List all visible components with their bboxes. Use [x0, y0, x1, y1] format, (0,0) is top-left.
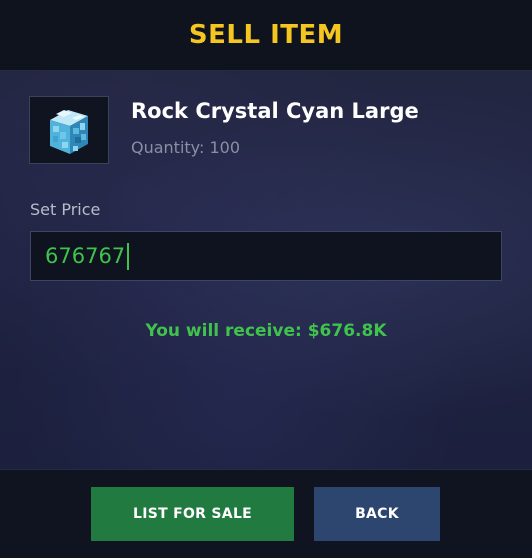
set-price-label: Set Price [30, 200, 101, 219]
dialog-body: Rock Crystal Cyan Large Quantity: 100 Se… [0, 71, 532, 469]
item-quantity: Quantity: 100 [131, 138, 240, 157]
item-name: Rock Crystal Cyan Large [131, 99, 419, 123]
item-thumbnail [29, 96, 109, 164]
back-button[interactable]: BACK [314, 487, 440, 541]
receive-amount-text: You will receive: $676.8K [145, 321, 387, 341]
dialog-header: SELL ITEM [0, 0, 532, 71]
sell-item-dialog: SELL ITEM Rock Crystal Cyan Large Quanti… [0, 0, 532, 558]
list-for-sale-button[interactable]: LIST FOR SALE [91, 487, 294, 541]
dialog-title: SELL ITEM [188, 20, 344, 50]
cyan-crystal-block-icon [50, 110, 88, 154]
dialog-footer: LIST FOR SALE BACK [0, 469, 532, 558]
text-cursor [127, 243, 129, 270]
price-input[interactable] [30, 231, 502, 281]
